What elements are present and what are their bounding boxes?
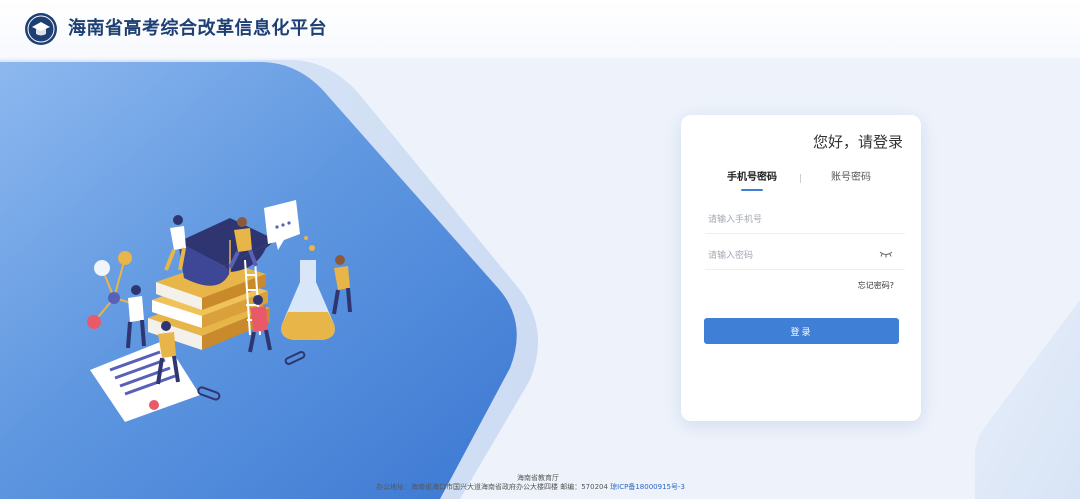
login-card: 您好，请登录 手机号密码 账号密码 忘记密码? 登录 — [681, 115, 921, 421]
speech-bubble-icon — [264, 200, 300, 250]
forgot-password-link[interactable]: 忘记密码? — [858, 280, 894, 292]
active-tab-indicator — [741, 189, 763, 191]
login-button[interactable]: 登录 — [704, 318, 899, 344]
site-title: 海南省高考综合改革信息化平台 — [68, 18, 327, 39]
tab-account-password[interactable]: 账号密码 — [831, 171, 871, 185]
tab-phone-password[interactable]: 手机号密码 — [727, 171, 777, 185]
icp-link[interactable]: 琼ICP备18000915号-3 — [610, 483, 685, 491]
illustration — [87, 200, 352, 422]
tab-divider — [800, 174, 801, 183]
paperclip-icon — [197, 351, 306, 401]
flask-icon — [281, 236, 335, 340]
site-header: 海南省高考综合改革信息化平台 — [0, 0, 1080, 58]
password-input[interactable] — [705, 243, 905, 270]
phone-input[interactable] — [705, 207, 905, 234]
footer-info: 办公地址：海南省海口市国兴大道海南省政府办公大楼四楼 邮编：570204 琼IC… — [376, 482, 685, 492]
eye-closed-icon[interactable] — [879, 250, 893, 258]
document-icon — [90, 340, 200, 422]
education-emblem-icon — [25, 13, 57, 45]
footer-address: 办公地址：海南省海口市国兴大道海南省政府办公大楼四楼 邮编：570204 — [376, 483, 611, 491]
login-greeting: 您好，请登录 — [812, 133, 903, 151]
